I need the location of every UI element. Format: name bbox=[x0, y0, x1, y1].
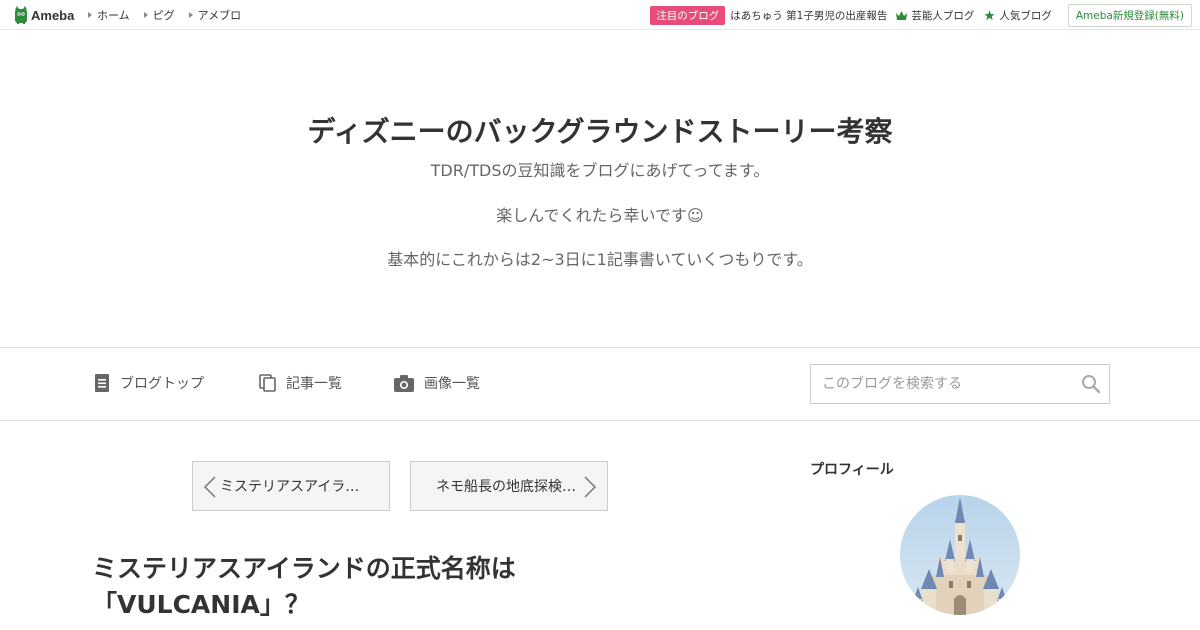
castle-image bbox=[900, 495, 1020, 615]
blog-description-line: TDR/TDSの豆知識をブログにあげてってます。 bbox=[430, 161, 770, 180]
global-header: Ameba ホーム ピグ アメブロ 注目のブログ はあちゅう 第1子男児の出産報… bbox=[0, 0, 1200, 30]
chevron-left-icon bbox=[203, 476, 216, 498]
profile-avatar[interactable] bbox=[900, 495, 1020, 615]
search-input[interactable] bbox=[811, 365, 1071, 403]
register-button[interactable]: Ameba新規登録(無料) bbox=[1067, 3, 1192, 27]
star-icon bbox=[984, 9, 995, 20]
nav-pigg-label: ピグ bbox=[152, 9, 175, 22]
triangle-right-icon bbox=[143, 12, 148, 18]
ameba-mascot-icon bbox=[15, 6, 27, 24]
entry-title-line: 「VULCANIA」？ bbox=[92, 590, 310, 619]
nav-home[interactable]: ホーム bbox=[88, 7, 130, 23]
nav-home-label: ホーム bbox=[97, 9, 130, 22]
nav-entry-list[interactable]: 記事一覧 bbox=[259, 373, 342, 393]
nav-pigg[interactable]: ピグ bbox=[143, 7, 175, 23]
featured-blog-badge: 注目のブログ bbox=[650, 5, 726, 25]
search-icon[interactable] bbox=[1081, 374, 1101, 398]
nav-image-list-label: 画像一覧 bbox=[424, 376, 480, 392]
nav-blog-top[interactable]: ブログトップ bbox=[94, 373, 204, 393]
chevron-right-icon bbox=[584, 476, 597, 498]
popular-blog-label: 人気ブログ bbox=[999, 9, 1052, 22]
nav-ameblo[interactable]: アメブロ bbox=[188, 7, 242, 23]
crown-icon bbox=[896, 10, 908, 20]
next-entry-title: ネモ船長の地底探検… bbox=[436, 479, 576, 495]
document-icon bbox=[95, 374, 109, 392]
celebrity-blog-link[interactable]: 芸能人ブログ bbox=[896, 8, 974, 23]
celebrity-blog-label: 芸能人ブログ bbox=[911, 9, 975, 22]
featured-blog-link[interactable]: はあちゅう 第1子男児の出産報告 bbox=[730, 8, 887, 23]
camera-icon bbox=[394, 374, 414, 392]
nav-image-list[interactable]: 画像一覧 bbox=[394, 373, 480, 393]
blog-title[interactable]: ディズニーのバックグラウンドストーリー考察 bbox=[0, 110, 1200, 150]
nav-ameblo-label: アメブロ bbox=[197, 9, 242, 22]
blog-navbar: ブログトップ 記事一覧 画像一覧 bbox=[0, 347, 1200, 421]
logo-text: Ameba bbox=[31, 7, 75, 23]
ameba-logo[interactable]: Ameba bbox=[14, 6, 74, 24]
nav-blog-top-label: ブログトップ bbox=[120, 376, 204, 392]
global-nav: ホーム ピグ アメブロ bbox=[88, 0, 255, 30]
header-right: 注目のブログ はあちゅう 第1子男児の出産報告 芸能人ブログ 人気ブログ Ame… bbox=[650, 0, 1192, 30]
blog-search-box bbox=[810, 364, 1110, 404]
blog-header: ディズニーのバックグラウンドストーリー考察 TDR/TDSの豆知識をブログにあげ… bbox=[0, 30, 1200, 348]
profile-heading: プロフィール bbox=[810, 462, 894, 478]
triangle-right-icon bbox=[188, 12, 193, 18]
copy-icon bbox=[259, 374, 276, 392]
blog-description-line: 基本的にこれからは2~3日に1記事書いていくつもりです。 bbox=[387, 250, 813, 269]
next-entry-button[interactable]: ネモ船長の地底探検… bbox=[410, 461, 608, 511]
entry-title[interactable]: ミステリアスアイランドの正式名称は 「VULCANIA」？ bbox=[92, 551, 612, 623]
popular-blog-link[interactable]: 人気ブログ bbox=[984, 8, 1052, 23]
nav-entry-list-label: 記事一覧 bbox=[286, 376, 342, 392]
entry-title-line: ミステリアスアイランドの正式名称は bbox=[92, 554, 516, 583]
prev-entry-button[interactable]: ミステリアスアイラ… bbox=[192, 461, 390, 511]
triangle-right-icon bbox=[88, 12, 92, 18]
prev-entry-title: ミステリアスアイラ… bbox=[220, 479, 360, 495]
blog-description-line: 楽しんでくれたら幸いです☺ bbox=[496, 206, 704, 225]
